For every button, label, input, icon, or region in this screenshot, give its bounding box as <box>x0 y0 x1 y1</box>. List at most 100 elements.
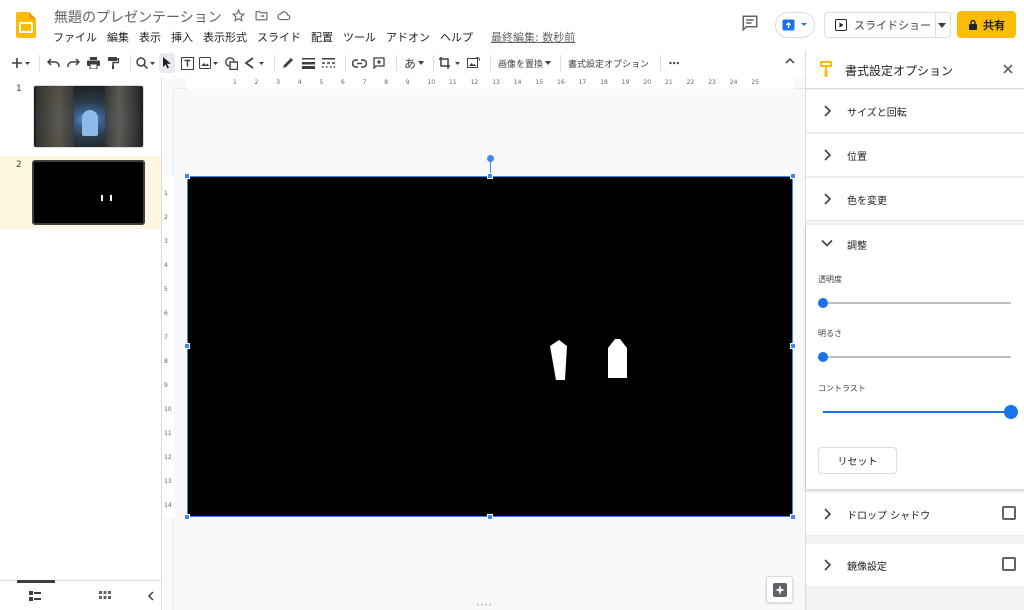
resize-handle[interactable] <box>184 173 190 179</box>
app-header: 無題のプレゼンテーション ファイル 編集 表示 挿入 表示形式 スライド 配置 … <box>0 0 1024 50</box>
ruler-tick-label: 2 <box>254 79 259 86</box>
brightness-slider[interactable] <box>818 352 1011 362</box>
menu-file[interactable]: ファイル <box>48 30 102 46</box>
share-button[interactable]: 共有 <box>957 11 1016 38</box>
select-tool-icon[interactable] <box>159 53 175 73</box>
paint-format-icon[interactable] <box>105 53 121 73</box>
move-to-folder-icon[interactable] <box>254 8 268 22</box>
present-options-button[interactable] <box>775 12 815 38</box>
resize-handle[interactable] <box>184 514 190 520</box>
star-icon[interactable] <box>231 8 245 22</box>
input-tools-button[interactable]: あ <box>402 53 425 73</box>
menu-insert[interactable]: 挿入 <box>166 30 198 46</box>
more-options-button[interactable]: ⋯ <box>666 53 682 73</box>
resize-handle[interactable] <box>790 343 796 349</box>
notes-drag-handle[interactable] <box>476 603 492 606</box>
explore-button[interactable] <box>766 576 793 603</box>
menu-format[interactable]: 表示形式 <box>198 30 252 46</box>
menu-edit[interactable]: 編集 <box>102 30 134 46</box>
document-title[interactable]: 無題のプレゼンテーション <box>54 7 222 27</box>
menu-arrange[interactable]: 配置 <box>306 30 338 46</box>
insert-image-icon[interactable] <box>199 53 219 73</box>
resize-handle[interactable] <box>487 514 493 520</box>
slides-logo-icon[interactable] <box>16 12 36 38</box>
section-drop-shadow[interactable]: ドロップ シャドウ <box>806 493 1024 536</box>
menu-slide[interactable]: スライド <box>252 30 306 46</box>
link-icon[interactable] <box>351 53 367 73</box>
divider <box>274 55 275 71</box>
chevron-left-icon[interactable] <box>145 590 157 602</box>
ruler-tick-label: 11 <box>449 79 457 86</box>
ruler-tick-label: 12 <box>470 79 479 86</box>
slider-thumb[interactable] <box>1004 405 1018 419</box>
cloud-status-icon[interactable] <box>277 8 291 22</box>
slider-thumb[interactable] <box>818 352 828 362</box>
redo-icon[interactable] <box>65 53 81 73</box>
ruler-tick-label: 7 <box>164 334 168 341</box>
reset-button[interactable]: リセット <box>818 447 897 474</box>
menu-view[interactable]: 表示 <box>134 30 166 46</box>
ruler-tick-label: 22 <box>686 79 695 86</box>
border-color-icon[interactable] <box>280 53 296 73</box>
contrast-slider[interactable] <box>823 405 1018 419</box>
menu-help[interactable]: ヘルプ <box>435 30 478 46</box>
text-box-icon[interactable] <box>179 53 195 73</box>
filmstrip-view-icon[interactable] <box>29 590 41 602</box>
ruler-tick-label: 5 <box>164 286 168 293</box>
chevron-up-icon[interactable] <box>785 57 795 64</box>
section-reflection[interactable]: 鏡像設定 <box>806 544 1024 587</box>
ruler-tick-label: 10 <box>164 406 172 413</box>
slideshow-button[interactable]: スライドショー <box>824 12 951 38</box>
border-weight-icon[interactable] <box>300 53 316 73</box>
divider <box>935 13 936 37</box>
replace-image-button[interactable]: 画像を置換 <box>496 53 552 73</box>
menu-tools[interactable]: ツール <box>338 30 381 46</box>
filmstrip-footer <box>0 580 162 610</box>
section-size-rotation[interactable]: サイズと回転 <box>806 90 1024 133</box>
menu-addons[interactable]: アドオン <box>381 30 435 46</box>
new-slide-button[interactable] <box>12 53 30 73</box>
rotate-handle[interactable] <box>487 155 494 162</box>
divider <box>39 55 40 71</box>
last-edit-link[interactable]: 最終編集: 数秒前 <box>486 30 580 46</box>
slide-thumbnail-2[interactable] <box>32 160 145 225</box>
ruler-tick-label: 3 <box>276 79 281 86</box>
grid-view-icon[interactable] <box>99 590 111 602</box>
line-tool-icon[interactable] <box>243 53 265 73</box>
slider-thumb[interactable] <box>818 298 828 308</box>
reset-image-icon[interactable] <box>465 53 481 73</box>
ruler-tick-label: 13 <box>164 478 172 485</box>
print-icon[interactable] <box>85 53 101 73</box>
resize-handle[interactable] <box>487 173 493 179</box>
drop-shadow-checkbox[interactable] <box>1002 506 1016 520</box>
toolbar: あ 画像を置換 書式設定オプション ⋯ <box>12 52 805 74</box>
chevron-down-icon[interactable] <box>821 239 833 247</box>
chevron-down-icon[interactable] <box>938 23 946 28</box>
slide-thumbnail-1[interactable] <box>33 85 144 148</box>
section-position[interactable]: 位置 <box>806 134 1024 177</box>
more-icon: ⋯ <box>668 56 680 70</box>
border-dash-icon[interactable] <box>320 53 336 73</box>
comment-icon[interactable] <box>741 14 759 32</box>
input-tools-label: あ <box>404 56 417 71</box>
transparency-slider[interactable] <box>818 298 1011 308</box>
crop-icon[interactable] <box>439 53 461 73</box>
undo-icon[interactable] <box>45 53 61 73</box>
ruler-tick-label: 3 <box>164 238 168 245</box>
format-options-button[interactable]: 書式設定オプション <box>566 53 651 73</box>
section-label[interactable]: 調整 <box>847 237 867 252</box>
resize-handle[interactable] <box>790 514 796 520</box>
close-icon[interactable] <box>1002 63 1014 75</box>
zoom-button[interactable] <box>136 53 155 73</box>
reflection-checkbox[interactable] <box>1002 557 1016 571</box>
ruler-tick-label: 8 <box>164 358 168 365</box>
brightness-label: 明るさ <box>818 329 842 338</box>
add-comment-icon[interactable] <box>371 53 387 73</box>
format-paint-icon <box>820 61 832 77</box>
resize-handle[interactable] <box>184 343 190 349</box>
section-recolor[interactable]: 色を変更 <box>806 178 1024 221</box>
thumbnail-image <box>105 86 141 147</box>
resize-handle[interactable] <box>790 173 796 179</box>
divider <box>433 55 435 71</box>
shape-icon[interactable] <box>223 53 239 73</box>
